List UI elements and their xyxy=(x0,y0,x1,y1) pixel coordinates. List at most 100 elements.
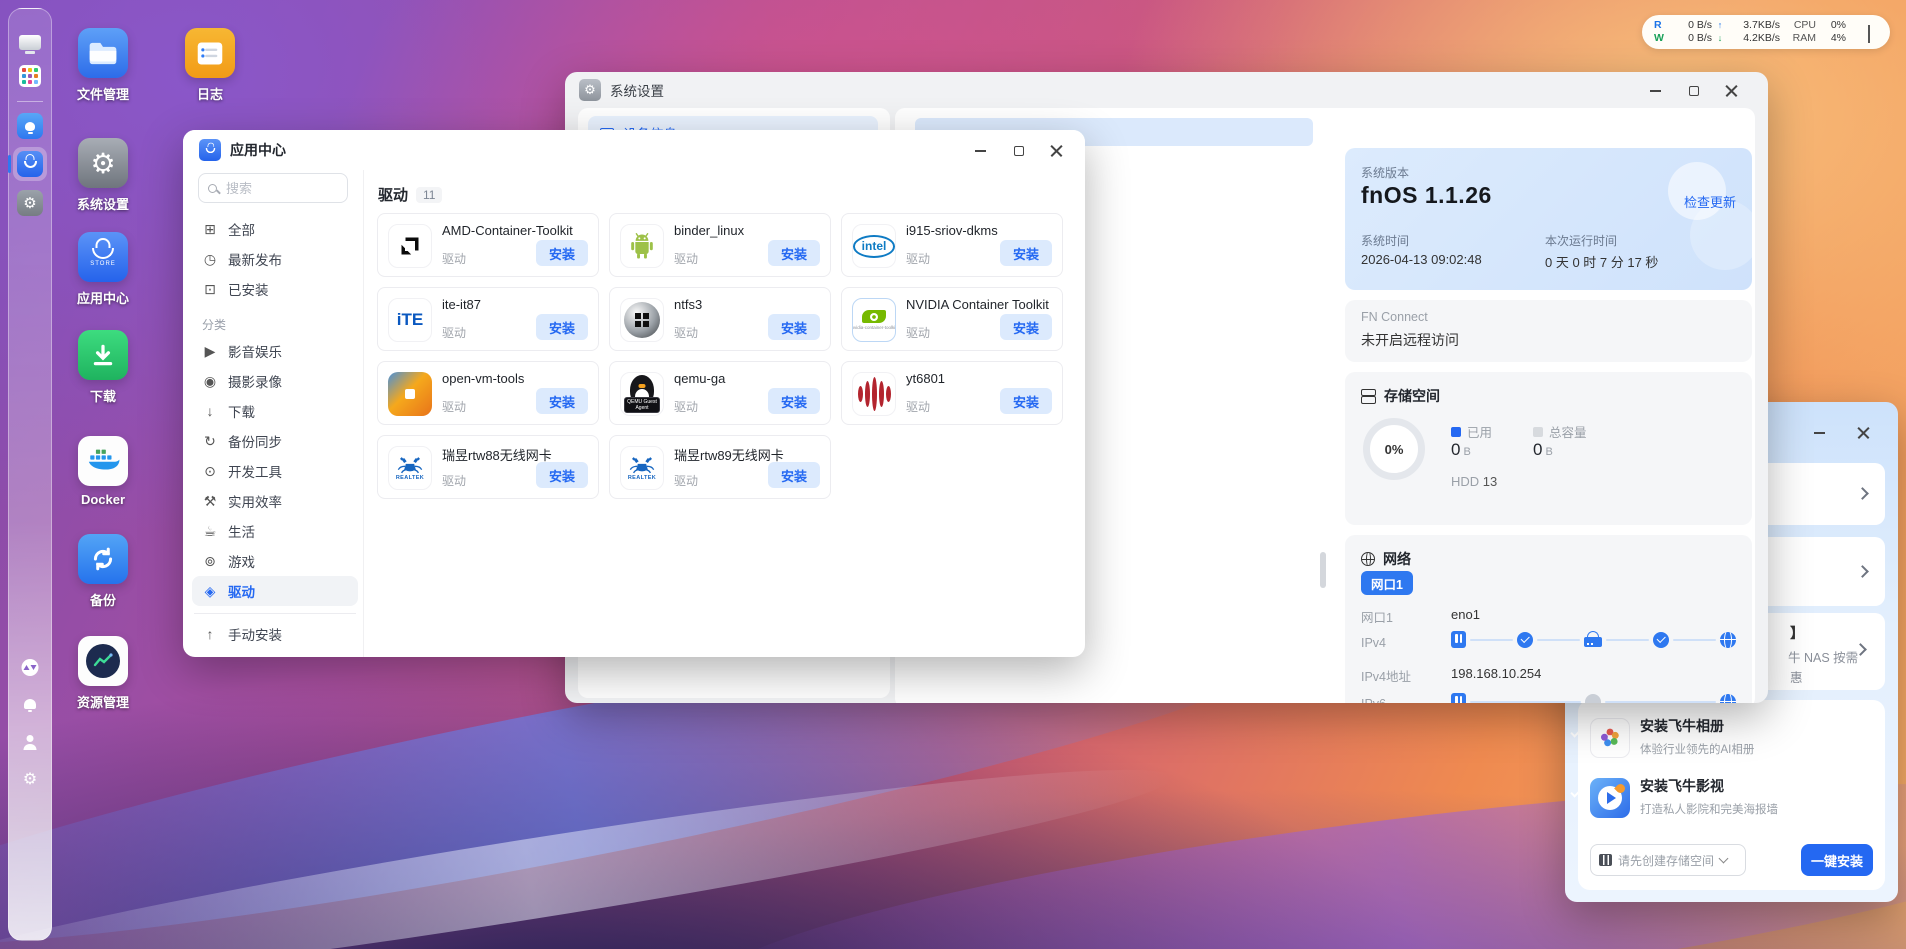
storage-select-dropdown[interactable]: 请先创建存储空间 xyxy=(1590,844,1746,876)
nav-item-games[interactable]: ⊚ 游戏 xyxy=(192,546,358,576)
desktop-icon-file-manager[interactable]: 文件管理 xyxy=(53,28,153,103)
dock-app-launcher-button[interactable] xyxy=(19,65,41,87)
desktop-icon-system-settings[interactable]: ⚙ 系统设置 xyxy=(53,138,153,213)
desktop: ⚙ ⚙ 文件管理 日志 ⚙ 系统设置 STORE 应用中心 下载 Docker … xyxy=(0,0,1906,949)
install-button[interactable]: 安装 xyxy=(536,314,588,340)
maximize-button[interactable] xyxy=(1687,84,1700,97)
install-button[interactable]: 安装 xyxy=(768,240,820,266)
driver-card-ite-it87[interactable]: iTE ite-it87 驱动 安装 xyxy=(377,287,599,351)
used-value: 0B xyxy=(1451,440,1471,459)
install-button[interactable]: 安装 xyxy=(536,240,588,266)
port1-tab[interactable]: 网口1 xyxy=(1361,571,1413,595)
nav-item-manual-install[interactable]: ↑ 手动安装 xyxy=(192,619,358,649)
search-input[interactable] xyxy=(224,179,324,197)
ite-logo-icon: iTE xyxy=(388,298,432,342)
dock-settings-app[interactable]: ⚙ xyxy=(17,190,43,216)
check-update-link[interactable]: 检查更新 xyxy=(1684,192,1736,211)
minimize-button[interactable] xyxy=(1813,426,1826,439)
chevron-down-icon[interactable] xyxy=(1868,25,1880,43)
user-icon xyxy=(23,735,37,750)
install-button[interactable]: 安装 xyxy=(768,388,820,414)
driver-card-nvidia-container-toolkit[interactable]: nvidia-container-toolkit NVIDIA Containe… xyxy=(841,287,1063,351)
dock-desktop-button[interactable] xyxy=(19,35,41,50)
driver-card-amd-container-toolkit[interactable]: AMD-Container-Toolkit 驱动 安装 xyxy=(377,213,599,277)
nav-item-life[interactable]: ☕ 生活 xyxy=(192,516,358,546)
driver-card-rtw89-wifi[interactable]: REALTEK 瑞昱rtw89无线网卡 驱动 安装 xyxy=(609,435,831,499)
nav-item-photography[interactable]: ◉ 摄影录像 xyxy=(192,366,358,396)
globe-icon xyxy=(1361,552,1375,566)
gear-icon: ⚙ xyxy=(22,771,38,788)
network-card: 网络 网口1 网口1 eno1 IPv4 IPv4地址 198.168.10.2… xyxy=(1345,535,1752,703)
driver-card-i915-sriov-dkms[interactable]: intel i915-sriov-dkms 驱动 安装 xyxy=(841,213,1063,277)
install-photos-title: 安装飞牛相册 xyxy=(1640,718,1724,734)
one-click-install-button[interactable]: 一键安装 xyxy=(1801,844,1873,876)
close-button[interactable] xyxy=(1050,144,1063,157)
monitor-icon xyxy=(19,35,41,50)
used-label: 已用 xyxy=(1467,426,1493,440)
driver-card-binder-linux[interactable]: binder_linux 驱动 安装 xyxy=(609,213,831,277)
dock-user-button[interactable] xyxy=(23,735,37,750)
nav-item-drivers[interactable]: ◈ 驱动 xyxy=(192,576,358,606)
ipv6-label: IPv6 xyxy=(1361,697,1386,703)
dock-app-center-app[interactable] xyxy=(8,147,47,181)
close-button[interactable] xyxy=(1857,426,1870,439)
nav-item-latest[interactable]: ◷ 最新发布 xyxy=(192,244,358,274)
driver-card-ntfs3[interactable]: ntfs3 驱动 安装 xyxy=(609,287,831,351)
desktop-icon-resource-monitor[interactable]: 资源管理 xyxy=(53,636,153,711)
dock-assistant-app[interactable] xyxy=(17,113,43,139)
chevron-down-icon xyxy=(1718,853,1729,864)
storage-title: 存储空间 xyxy=(1384,388,1440,404)
android-robot-icon xyxy=(620,224,664,268)
driver-card-rtw88-wifi[interactable]: REALTEK 瑞昱rtw88无线网卡 驱动 安装 xyxy=(377,435,599,499)
dock: ⚙ ⚙ xyxy=(8,8,52,941)
minimize-button[interactable] xyxy=(974,144,987,157)
dock-transfer-button[interactable] xyxy=(21,659,39,676)
system-time-value: 2026-04-13 09:02:48 xyxy=(1361,252,1482,267)
install-video-title: 安装飞牛影视 xyxy=(1640,778,1724,794)
vmware-logo-icon xyxy=(388,372,432,416)
video-app-icon xyxy=(1590,778,1630,818)
ipv6-connectivity-diagram xyxy=(1451,693,1736,703)
install-button[interactable]: 安装 xyxy=(1000,388,1052,414)
install-button[interactable]: 安装 xyxy=(768,462,820,488)
upload-icon: ↑ xyxy=(206,626,214,642)
dock-notifications-button[interactable] xyxy=(24,699,36,712)
chevron-right-icon xyxy=(1856,487,1869,500)
scrollbar-thumb[interactable] xyxy=(1320,552,1326,588)
app-store-icon: STORE xyxy=(78,232,128,282)
desktop-icon-app-center[interactable]: STORE 应用中心 xyxy=(53,232,153,307)
nav-item-media[interactable]: ▶ 影音娱乐 xyxy=(192,336,358,366)
maximize-button[interactable] xyxy=(1012,144,1025,157)
nav-divider xyxy=(194,613,356,614)
driver-card-open-vm-tools[interactable]: open-vm-tools 驱动 安装 xyxy=(377,361,599,425)
search-icon xyxy=(208,183,217,193)
install-button[interactable]: 安装 xyxy=(768,314,820,340)
realtek-logo-icon: REALTEK xyxy=(620,446,664,490)
minimize-button[interactable] xyxy=(1649,84,1662,97)
desktop-icon-docker[interactable]: Docker xyxy=(53,436,153,507)
nav-item-installed[interactable]: ⊡ 已安装 xyxy=(192,274,358,304)
nav-item-dev-tools[interactable]: ⊙ 开发工具 xyxy=(192,456,358,486)
desktop-icon-logs[interactable]: 日志 xyxy=(160,28,260,103)
driver-card-qemu-ga[interactable]: QEMU Guest Agent qemu-ga 驱动 安装 xyxy=(609,361,831,425)
router-icon xyxy=(1584,637,1602,647)
nav-item-download[interactable]: ↓ 下载 xyxy=(192,396,358,426)
nas-icon xyxy=(1451,693,1466,703)
desktop-icon-backup[interactable]: 备份 xyxy=(53,534,153,609)
close-button[interactable] xyxy=(1725,84,1738,97)
install-button[interactable]: 安装 xyxy=(1000,240,1052,266)
nav-item-productivity[interactable]: ⚒ 实用效率 xyxy=(192,486,358,516)
install-button[interactable]: 安装 xyxy=(536,388,588,414)
sync-icon xyxy=(78,534,128,584)
nav-item-all[interactable]: ⊞ 全部 xyxy=(192,214,358,244)
driver-card-yt6801[interactable]: yt6801 驱动 安装 xyxy=(841,361,1063,425)
desktop-icon-download[interactable]: 下载 xyxy=(53,330,153,405)
install-button[interactable]: 安装 xyxy=(536,462,588,488)
gear-icon: ⚙ xyxy=(17,190,43,216)
install-button[interactable]: 安装 xyxy=(1000,314,1052,340)
app-center-titlebar: 应用中心 xyxy=(183,130,1085,170)
dock-settings-button[interactable]: ⚙ xyxy=(23,769,37,789)
hdd-count: HDD 13 xyxy=(1451,474,1498,489)
drive-icon xyxy=(1599,854,1612,866)
nav-item-backup-sync[interactable]: ↻ 备份同步 xyxy=(192,426,358,456)
